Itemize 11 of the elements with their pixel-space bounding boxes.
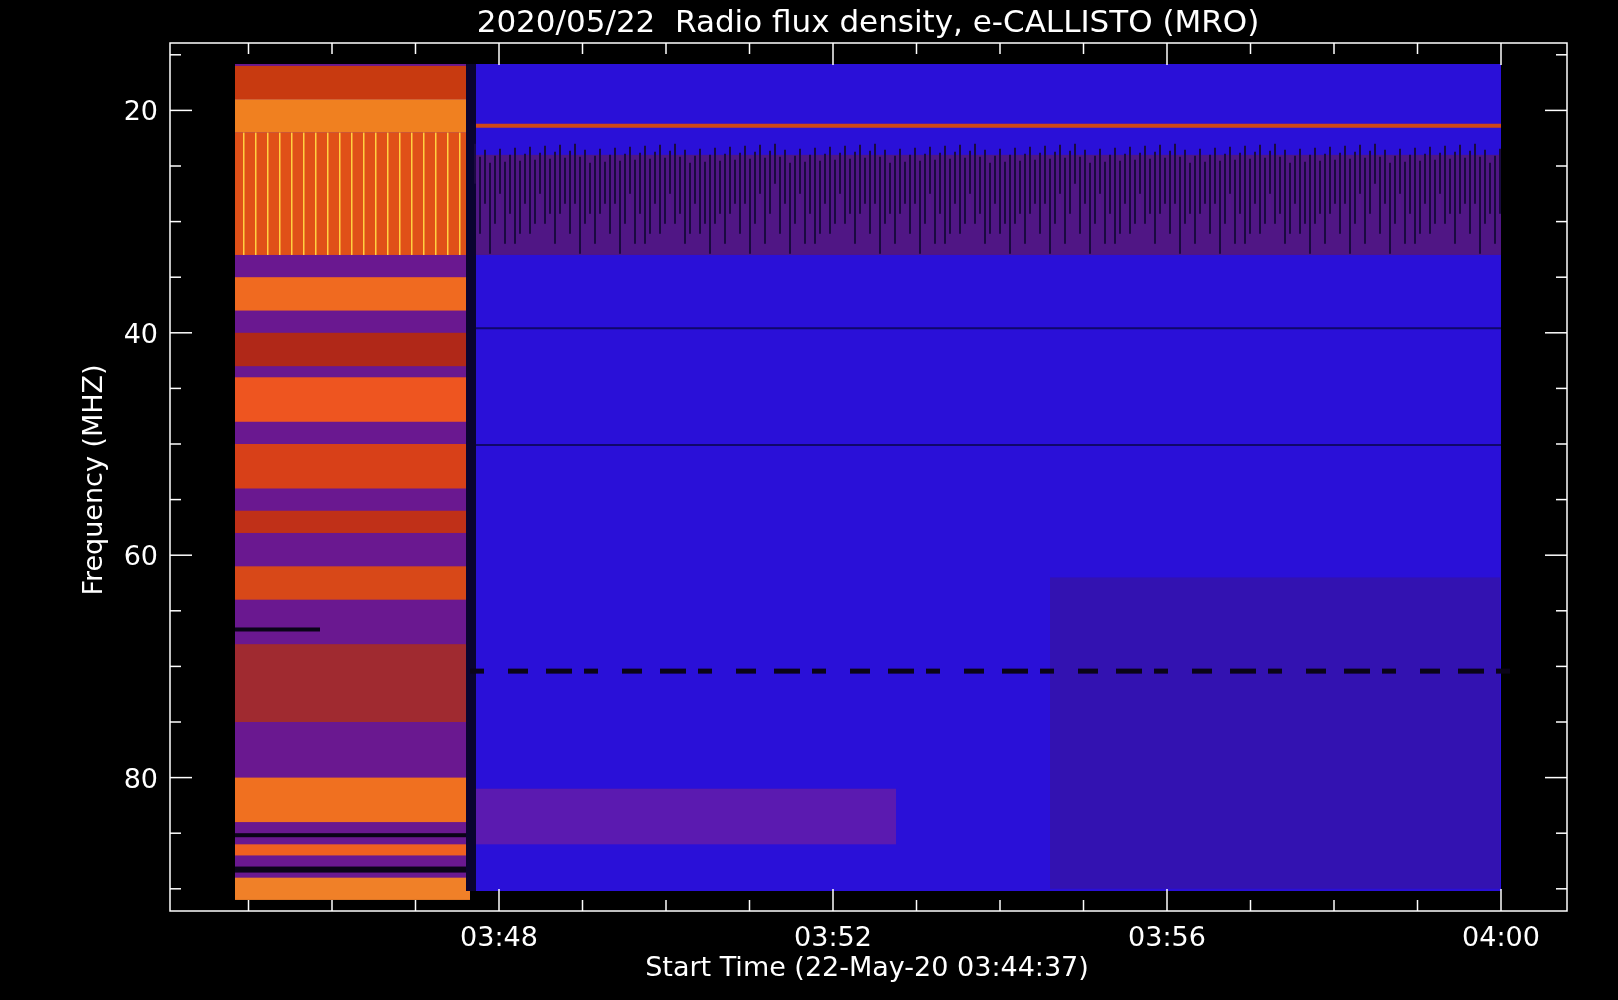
- y-tick-label: 40: [123, 317, 158, 349]
- y-tick-label: 80: [123, 762, 158, 794]
- x-tick-label: 03:52: [794, 921, 872, 952]
- y-tick-label: 60: [123, 540, 158, 572]
- x-tick-label: 04:00: [1462, 921, 1540, 952]
- x-axis-title: Start Time (22-May-20 03:44:37): [645, 951, 1089, 982]
- chart-title: 2020/05/22 Radio flux density, e-CALLISTO (MRO): [476, 3, 1260, 39]
- x-tick-label: 03:48: [460, 921, 538, 952]
- x-tick-label: 03:56: [1128, 921, 1206, 952]
- y-tick-label: 20: [123, 95, 158, 127]
- y-axis-title: Frequency (MHZ): [77, 364, 108, 596]
